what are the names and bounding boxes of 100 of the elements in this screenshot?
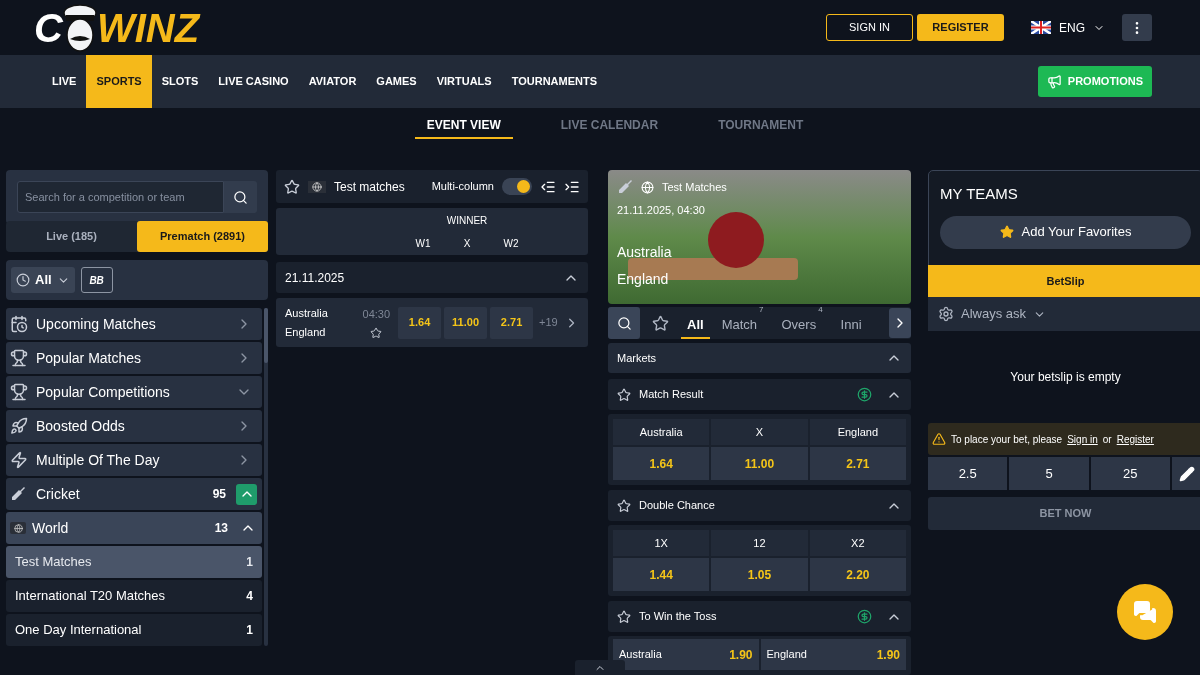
- market-title: Double Chance: [639, 498, 716, 514]
- market-header[interactable]: Match Result: [608, 379, 911, 410]
- stake-button[interactable]: 2.5: [928, 457, 1008, 490]
- date-group-header[interactable]: 21.11.2025: [276, 262, 588, 293]
- odds-button[interactable]: 11.00: [444, 306, 488, 339]
- nav-tab[interactable]: VIRTUALS: [426, 55, 502, 108]
- sign-in-button[interactable]: SIGN IN: [826, 14, 913, 41]
- search-icon: [233, 189, 248, 205]
- globe-flag-icon: [10, 522, 26, 534]
- bet-setting-label: Always ask: [961, 305, 1027, 324]
- bet-builder-button[interactable]: BB: [80, 267, 113, 293]
- odds-button[interactable]: England 1.90: [760, 639, 906, 670]
- odds-button[interactable]: Australia 1.90: [613, 639, 759, 670]
- star-icon[interactable]: [617, 387, 631, 402]
- expand-toggle[interactable]: [236, 483, 257, 505]
- sport-label: Cricket: [36, 484, 81, 504]
- notice-text: To place your bet, please: [951, 432, 1063, 447]
- nav-tab[interactable]: GAMES: [366, 55, 427, 108]
- league-item[interactable]: Test Matches 1: [6, 546, 262, 578]
- market-tab[interactable]: Inni: [834, 307, 868, 340]
- notice-text: or: [1102, 432, 1112, 447]
- odds-button[interactable]: 2.71: [490, 306, 534, 339]
- markets-header[interactable]: Markets: [608, 343, 911, 373]
- search-button[interactable]: [224, 181, 257, 213]
- team-name: England: [617, 270, 670, 289]
- stake-button[interactable]: 25: [1090, 457, 1170, 490]
- date-label: 21.11.2025: [285, 269, 346, 287]
- star-icon[interactable]: [617, 498, 631, 513]
- odds-button[interactable]: 1.05: [711, 558, 808, 591]
- scroll-tabs-button[interactable]: [889, 308, 911, 339]
- odds-button[interactable]: 1.64: [398, 306, 442, 339]
- star-icon[interactable]: [652, 314, 669, 332]
- star-icon[interactable]: [284, 178, 300, 195]
- view-tab[interactable]: EVENT VIEW: [414, 112, 513, 139]
- sidebar-item[interactable]: Popular Competitions: [6, 376, 262, 408]
- competition-title: Test Matches: [662, 180, 727, 195]
- sidebar-item[interactable]: Popular Matches: [6, 342, 262, 374]
- nav-tab[interactable]: TOURNAMENTS: [501, 55, 608, 108]
- odds-button[interactable]: 1.44: [613, 558, 710, 591]
- search-field[interactable]: Search for a competition or team: [17, 181, 224, 213]
- sidebar-item[interactable]: Boosted Odds: [6, 410, 262, 442]
- sport-row[interactable]: Cricket 95: [6, 478, 262, 510]
- cricket-bat-icon: [10, 486, 26, 502]
- odds-button[interactable]: 1.64: [613, 447, 710, 480]
- outcome-label: 12: [711, 530, 808, 556]
- nav-tab[interactable]: AVIATOR: [298, 55, 367, 108]
- view-tab[interactable]: TOURNAMENT: [706, 112, 816, 139]
- region-label: World: [32, 518, 70, 538]
- mode-tab[interactable]: Prematch (2891): [137, 221, 268, 252]
- edit-stakes-button[interactable]: [1172, 457, 1200, 490]
- mode-tab[interactable]: Live (185): [6, 221, 137, 252]
- chat-button[interactable]: [1117, 584, 1173, 640]
- nav-tab[interactable]: LIVE CASINO: [208, 55, 299, 108]
- match-datetime: 21.11.2025, 04:30: [617, 202, 706, 218]
- market-title: WINNER: [446, 213, 488, 228]
- bet-settings-bar[interactable]: Always ask: [928, 297, 1200, 331]
- market-tab[interactable]: All: [681, 307, 710, 340]
- search-button[interactable]: [608, 307, 640, 340]
- add-favorites-button[interactable]: Add Your Favorites: [940, 215, 1191, 249]
- stake-button[interactable]: 5: [1009, 457, 1089, 490]
- warning-icon: [932, 432, 946, 446]
- language-selector[interactable]: ENG: [1031, 18, 1105, 37]
- betslip-tab[interactable]: BetSlip: [928, 265, 1200, 297]
- region-row[interactable]: World 13: [6, 512, 262, 544]
- more-markets-count[interactable]: +19: [539, 314, 558, 331]
- league-item[interactable]: International T20 Matches 4: [6, 580, 262, 612]
- cricket-bat-icon: [617, 179, 633, 196]
- match-row[interactable]: Australia England 04:30 1.64 11.00 2.71 +19: [276, 298, 588, 347]
- odds-button[interactable]: 11.00: [711, 447, 808, 480]
- market-title: Match Result: [639, 387, 705, 403]
- event-count: 13: [214, 520, 228, 537]
- outcome-label: W2: [502, 236, 520, 251]
- pencil-icon: [1179, 465, 1196, 482]
- sign-in-link[interactable]: Sign in: [1067, 431, 1098, 447]
- nav-tab[interactable]: SPORTS: [86, 55, 152, 108]
- star-icon[interactable]: [617, 609, 631, 624]
- odds-button[interactable]: 2.20: [809, 558, 906, 591]
- market-header[interactable]: Double Chance: [608, 490, 911, 521]
- team-name: Australia: [285, 305, 329, 321]
- globe-icon: [641, 180, 654, 194]
- view-tab[interactable]: LIVE CALENDAR: [548, 112, 671, 139]
- register-link[interactable]: Register: [1116, 431, 1154, 447]
- register-button[interactable]: REGISTER: [917, 14, 1004, 41]
- scrollbar[interactable]: [264, 308, 268, 646]
- sidebar-item[interactable]: Multiple Of The Day: [6, 444, 262, 476]
- sidebar-item[interactable]: Upcoming Matches: [6, 308, 262, 340]
- bet-now-button[interactable]: BET NOW: [928, 497, 1200, 530]
- team-name: Australia: [617, 243, 673, 262]
- multicolumn-toggle[interactable]: [502, 178, 532, 195]
- multicolumn-label: Multi-column: [431, 179, 494, 195]
- trophy-icon: [10, 349, 28, 367]
- star-icon[interactable]: [370, 326, 383, 339]
- odds-button[interactable]: 2.71: [809, 447, 906, 480]
- globe-flag-icon: [308, 180, 326, 193]
- nav-tab[interactable]: LIVE: [42, 55, 87, 108]
- market-header[interactable]: To Win the Toss: [608, 601, 911, 632]
- nav-tab[interactable]: SLOTS: [151, 55, 209, 108]
- league-item[interactable]: One Day International 1: [6, 614, 262, 646]
- time-filter-dropdown[interactable]: All: [11, 267, 75, 293]
- rocket-icon: [10, 417, 28, 435]
